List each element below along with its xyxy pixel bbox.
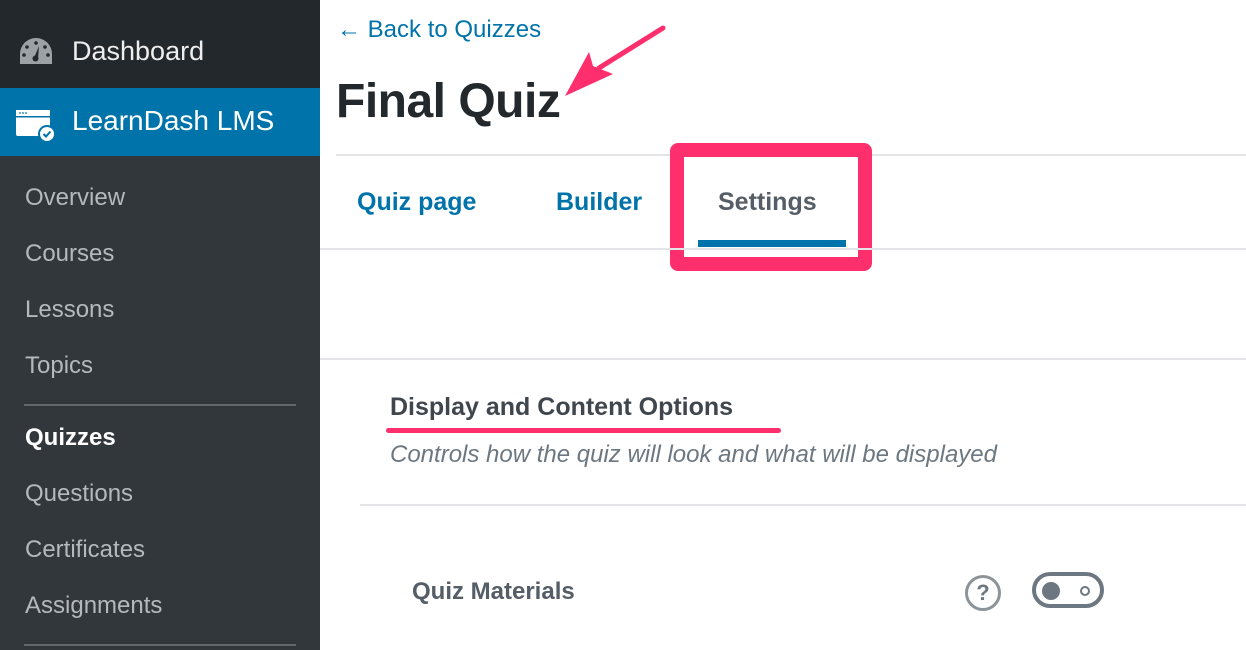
submenu-item-assignments[interactable]: Assignments — [25, 592, 162, 620]
section-divider — [360, 504, 1246, 506]
admin-sidebar: Dashboard LearnDash LMS Overview Courses… — [0, 0, 320, 650]
submenu-item-questions[interactable]: Questions — [25, 480, 133, 508]
submenu-item-overview[interactable]: Overview — [25, 184, 125, 212]
annotation-highlight-box — [670, 143, 872, 271]
submenu-divider — [24, 644, 296, 646]
annotation-underline — [386, 428, 781, 433]
submenu-item-topics[interactable]: Topics — [25, 352, 93, 380]
sidebar-item-dashboard[interactable]: Dashboard — [0, 0, 320, 88]
learndash-browser-check-icon — [16, 110, 56, 143]
submenu-divider — [24, 404, 296, 406]
annotation-arrow-icon — [565, 25, 666, 96]
quiz-materials-toggle[interactable] — [1032, 572, 1104, 608]
toggle-off-indicator-icon — [1080, 586, 1090, 596]
submenu-item-certificates[interactable]: Certificates — [25, 536, 145, 564]
submenu-item-courses[interactable]: Courses — [25, 240, 114, 268]
tabs-divider — [320, 248, 1246, 250]
submenu-item-quizzes[interactable]: Quizzes — [25, 424, 116, 452]
page-title: Final Quiz — [336, 75, 561, 128]
sidebar-item-learndash-lms[interactable]: LearnDash LMS — [0, 88, 320, 156]
sidebar-item-label: LearnDash LMS — [72, 105, 275, 136]
section-description: Controls how the quiz will look and what… — [390, 441, 997, 468]
tab-quiz-page[interactable]: Quiz page — [357, 188, 476, 217]
help-question-icon[interactable]: ? — [965, 575, 1001, 611]
section-title: Display and Content Options — [390, 393, 734, 421]
tab-builder[interactable]: Builder — [556, 188, 642, 217]
dashboard-gauge-icon — [20, 38, 52, 64]
submenu-item-lessons[interactable]: Lessons — [25, 296, 114, 324]
panel-divider — [320, 358, 1246, 360]
toggle-knob — [1042, 582, 1060, 600]
back-to-quizzes-link[interactable]: ← Back to Quizzes — [337, 16, 541, 44]
sidebar-item-label: Dashboard — [72, 36, 205, 66]
setting-label: Quiz Materials — [412, 578, 575, 605]
